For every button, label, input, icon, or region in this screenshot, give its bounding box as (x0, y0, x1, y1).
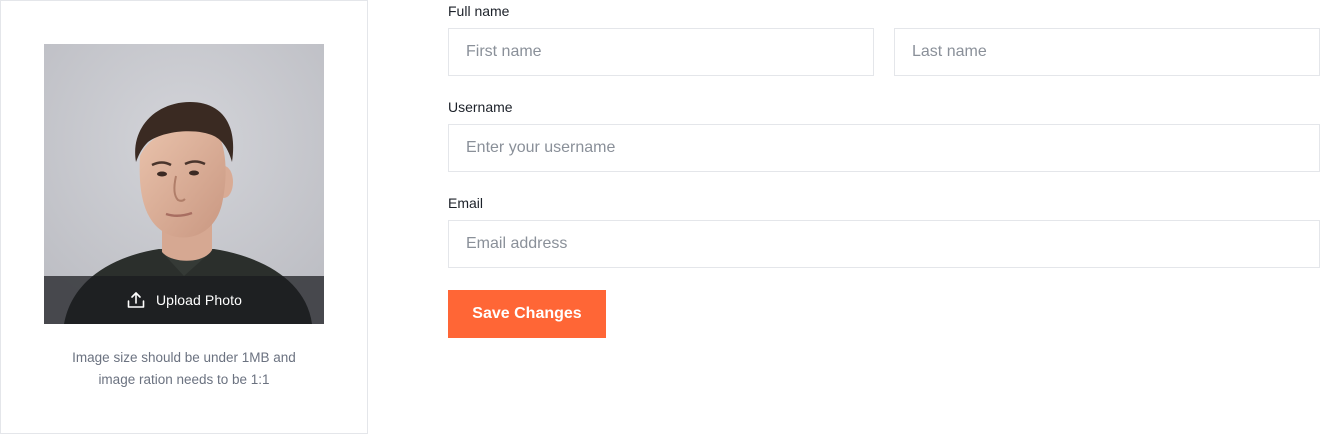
photo-hint-line-2: image ration needs to be 1:1 (98, 372, 270, 387)
upload-photo-label: Upload Photo (155, 292, 243, 308)
profile-photo-card: Upload Photo Image size should be under … (0, 0, 368, 434)
email-input[interactable] (448, 220, 1320, 268)
photo-hint-line-1: Image size should be under 1MB and (72, 350, 296, 365)
username-input[interactable] (448, 124, 1320, 172)
upload-photo-button[interactable]: Upload Photo (44, 276, 324, 324)
account-settings-page: Upload Photo Image size should be under … (0, 0, 1320, 434)
save-changes-button[interactable]: Save Changes (448, 290, 606, 338)
full-name-label: Full name (448, 3, 510, 19)
upload-icon (126, 290, 146, 310)
username-label: Username (448, 99, 513, 115)
last-name-input[interactable] (894, 28, 1320, 76)
photo-size-hint: Image size should be under 1MB and image… (31, 347, 337, 391)
profile-photo: Upload Photo (44, 44, 324, 324)
email-label: Email (448, 195, 484, 211)
first-name-input[interactable] (448, 28, 874, 76)
